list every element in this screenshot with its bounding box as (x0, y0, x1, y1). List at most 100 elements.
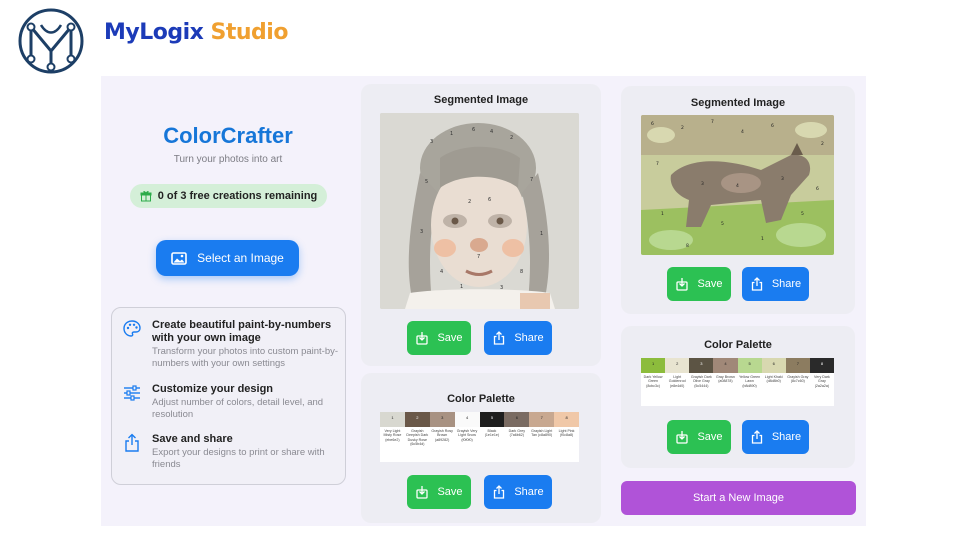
palette-color-name: Light Goldenrod (e8e4d0) (668, 375, 686, 388)
save-icon (676, 431, 689, 444)
palette-color-name: Dark Yellow Green (8cbc3c) (643, 375, 663, 388)
palette-color-name: Very Dark Gray (2a2a2a) (814, 375, 830, 388)
palette-swatch-number: 2 (416, 415, 419, 420)
palette-swatch-number: 6 (772, 361, 775, 366)
select-image-label: Select an Image (197, 251, 284, 265)
palette-name-row: Very Light Misty Rose (ebe6e2) Grayish De… (380, 427, 579, 447)
svg-text:6: 6 (488, 197, 491, 203)
middle-segmented-title: Segmented Image (433, 94, 529, 106)
palette-swatch: 3 (429, 412, 455, 427)
feature-desc: Export your designs to print or share wi… (152, 447, 325, 470)
svg-text:4: 4 (741, 129, 744, 135)
palette-color-name: Light Khaki (d8d8b0) (764, 375, 783, 384)
svg-text:1: 1 (761, 236, 764, 242)
save-icon (416, 332, 429, 345)
svg-text:4: 4 (440, 269, 443, 275)
middle-save-button[interactable]: Save (407, 321, 471, 355)
share-label: Share (514, 486, 544, 498)
palette-swatch: 2 (404, 412, 430, 427)
share-icon (494, 485, 505, 499)
palette-color-name: Black (1e1e1e) (484, 429, 500, 438)
feature-title: Create beautiful paint-by-numbers with y… (152, 319, 332, 344)
brand-name-accent: Studio (210, 20, 289, 45)
save-icon (676, 278, 689, 291)
palette-swatch-number: 4 (465, 415, 469, 420)
palette-swatch: 1 (641, 358, 666, 373)
credits-text: 0 of 3 free creations remaining (157, 190, 318, 202)
palette-swatch-number: 7 (796, 361, 799, 366)
middle-palette-save-button[interactable]: Save (407, 475, 471, 509)
svg-text:7: 7 (711, 119, 714, 125)
palette-color-name: Grayish Gray (8c7c60) (787, 375, 809, 384)
palette-color-name: Yellow Green Lawn (b8d890) (738, 375, 761, 388)
mylogix-logo-icon (18, 8, 84, 74)
svg-text:3: 3 (420, 229, 423, 235)
select-image-button[interactable]: Select an Image (156, 240, 299, 276)
svg-text:3: 3 (500, 285, 503, 291)
right-segmented-title: Segmented Image (690, 97, 786, 109)
palette-swatch-number: 4 (724, 361, 727, 366)
palette-swatch: 3 (689, 358, 714, 373)
right-palette-share-button[interactable]: Share (742, 420, 809, 454)
svg-text:5: 5 (425, 179, 428, 185)
middle-share-button[interactable]: Share (484, 321, 552, 355)
palette-swatch-number: 5 (490, 415, 494, 420)
right-segmented-image: 6 2 7 4 6 2 7 3 4 3 6 1 5 1 5 8 (641, 115, 834, 255)
brand-title: MyLogix Studio (104, 20, 288, 45)
svg-text:3: 3 (781, 176, 784, 182)
middle-palette-share-button[interactable]: Share (484, 475, 552, 509)
start-new-image-button[interactable]: Start a New Image (621, 481, 856, 515)
share-icon (751, 277, 762, 291)
save-label: Save (437, 332, 463, 344)
middle-palette-grid: 1 2 3 4 5 6 7 8 Very Light Misty Rose (ebe6e2) Gr… (380, 412, 579, 462)
palette-swatch-row: 1 2 3 4 5 6 7 8 (641, 358, 834, 373)
svg-text:4: 4 (736, 183, 739, 189)
svg-text:4: 4 (490, 129, 493, 135)
palette-swatch-number: 8 (820, 361, 824, 366)
start-new-image-label: Start a New Image (692, 492, 785, 504)
palette-swatch: 8 (554, 412, 579, 427)
palette-color-name: Grayish Light Tan (c8a890) (531, 429, 553, 438)
palette-swatch: 4 (454, 412, 480, 427)
svg-text:7: 7 (477, 254, 480, 260)
share-icon (751, 430, 762, 444)
svg-text:1: 1 (460, 284, 463, 290)
gift-icon (140, 191, 152, 202)
brand-name-main: MyLogix (104, 20, 204, 45)
palette-swatch-number: 8 (565, 415, 568, 420)
palette-color-name: Grayish Rosy Brown (a89282) (431, 429, 453, 442)
palette-color-name: Dark Grey (7a6b62) (508, 429, 525, 438)
palette-swatch: 8 (809, 358, 834, 373)
svg-text:2: 2 (510, 135, 513, 141)
palette-swatch: 7 (785, 358, 810, 373)
palette-color-name: Light Pink (f0c8a8) (558, 429, 575, 438)
feature-title: Save and share (152, 433, 233, 445)
svg-text:5: 5 (721, 221, 724, 227)
palette-color-name: Grayish Deepish Dark Dusky Rose (6c5b4d) (406, 429, 429, 447)
svg-text:1: 1 (450, 131, 453, 137)
app-subtitle: Turn your photos into art (173, 154, 283, 165)
sliders-icon (124, 385, 140, 401)
right-share-button[interactable]: Share (742, 267, 809, 301)
svg-text:6: 6 (472, 127, 475, 133)
palette-color-name: Grayish Dark Olive Gray (5c5444) (690, 375, 712, 388)
svg-text:1: 1 (661, 211, 664, 217)
palette-swatch: 5 (479, 412, 505, 427)
image-icon (171, 251, 187, 265)
share-label: Share (771, 278, 802, 290)
svg-text:8: 8 (520, 269, 523, 275)
app-title: ColorCrafter (163, 123, 293, 148)
palette-swatch-number: 2 (676, 361, 679, 366)
palette-swatch-number: 1 (391, 415, 394, 420)
share-label: Share (514, 332, 544, 344)
palette-swatch: 4 (713, 358, 738, 373)
right-palette-grid: 1 2 3 4 5 6 7 8 Dark Yellow Green (8cbc3c) Light … (641, 358, 834, 406)
right-palette-save-button[interactable]: Save (667, 420, 731, 454)
middle-segmented-image: 3 1 6 4 2 5 7 3 1 2 6 4 8 7 1 3 (380, 113, 579, 309)
save-label: Save (697, 278, 723, 290)
palette-swatch-number: 6 (515, 415, 518, 420)
save-label: Save (437, 486, 463, 498)
right-save-button[interactable]: Save (667, 267, 731, 301)
palette-color-name: Grayish Very Light Snow (f0f0f0) (456, 429, 478, 442)
feature-title: Customize your design (152, 383, 274, 395)
